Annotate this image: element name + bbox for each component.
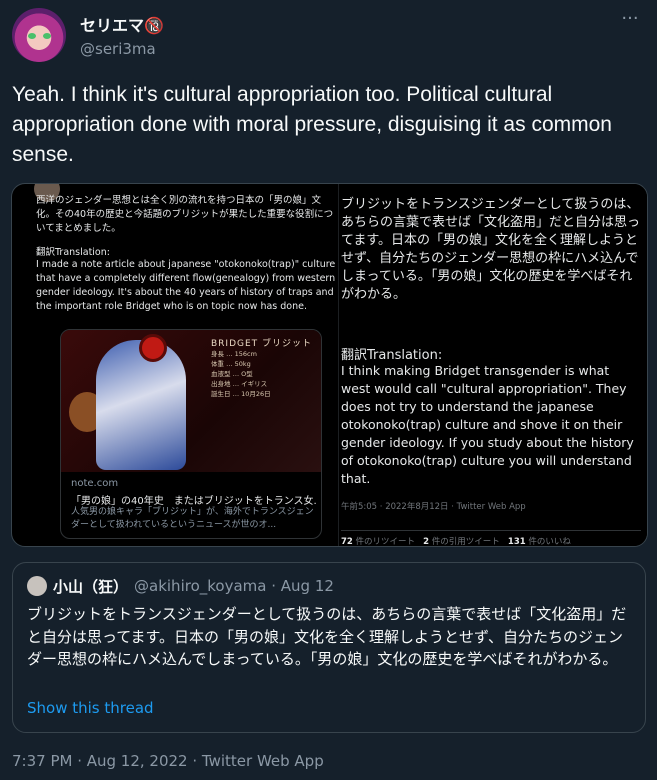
character-figure: [96, 340, 186, 470]
link-card: BRIDGET ブリジット 身長 … 156cm 体重 … 50kg 血液型 ……: [60, 329, 322, 539]
embedded-right-translation-heading: 翻訳Translation:: [341, 348, 443, 363]
show-thread-link[interactable]: Show this thread: [27, 699, 154, 717]
card-site: note.com: [71, 478, 119, 489]
like-label: 件のいいね: [528, 537, 571, 547]
tweet-text: Yeah. I think it's cultural appropriatio…: [12, 83, 612, 166]
embedded-left-translation-heading: 翻訳Translation:: [36, 247, 110, 258]
stat-line: 誕生日 … 10月26日: [211, 390, 271, 398]
retweet-count: 72: [341, 537, 353, 547]
embedded-left-translation-text: I made a note article about japanese "ot…: [36, 259, 336, 312]
avatar-eye: [43, 33, 51, 39]
author-name-block: セリエマ🔞 @seri3ma: [80, 12, 164, 58]
character-stats-panel: BRIDGET ブリジット 身長 … 156cm 体重 … 50kg 血液型 ……: [211, 336, 317, 466]
stat-line: 身長 … 156cm: [211, 350, 257, 358]
quoted-tweet[interactable]: 小山（狂） @akihiro_koyama · Aug 12 ブリジットをトラン…: [12, 562, 646, 733]
embedded-left-jp-text: 西洋のジェンダー思想とは全く別の流れを持つ日本の「男の娘」文化。その40年の歴史…: [36, 195, 334, 234]
like-count: 131: [507, 537, 526, 547]
embedded-right-stats: 72 件のリツイート 2 件の引用ツイート 131 件のいいね: [341, 530, 641, 547]
embedded-left-post: 西洋のジェンダー思想とは全く別の流れを持つ日本の「男の娘」文化。その40年の歴史…: [34, 184, 336, 546]
more-options-icon[interactable]: ···: [619, 10, 641, 28]
quoted-tweet-header: 小山（狂） @akihiro_koyama · Aug 12: [27, 575, 334, 597]
card-title: 「男の娘」の40年史 またはブリジットをトランス女...: [71, 496, 317, 507]
author-avatar[interactable]: [12, 8, 66, 62]
embedded-right-jp-text: ブリジットをトランスジェンダーとして扱うのは、あちらの言葉で表せば「文化盗用」だ…: [341, 197, 641, 302]
card-description: 人気男の娘キャラ「ブリジット」が、海外でトランスジェンダーとして扱われているとい…: [71, 507, 314, 530]
card-image: BRIDGET ブリジット 身長 … 156cm 体重 … 50kg 血液型 ……: [61, 330, 321, 472]
embedded-screenshot-image[interactable]: 西洋のジェンダー思想とは全く別の流れを持つ日本の「男の娘」文化。その40年の歴史…: [11, 183, 648, 547]
embedded-right-meta: 午前5:05 · 2022年8月12日 · Twitter Web App: [341, 502, 526, 512]
author-handle[interactable]: @seri3ma: [80, 40, 164, 58]
quoted-author-avatar[interactable]: [27, 576, 47, 596]
quoted-author-handle[interactable]: @akihiro_koyama · Aug 12: [134, 577, 334, 595]
quote-label: 件の引用ツイート: [431, 537, 500, 547]
quote-count: 2: [423, 537, 430, 547]
author-display-name[interactable]: セリエマ🔞: [80, 12, 164, 36]
yoyo-shape: [139, 334, 167, 362]
stat-line: 体重 … 50kg: [211, 360, 251, 368]
stats-panel-title: BRIDGET ブリジット: [211, 339, 313, 349]
retweet-label: 件のリツイート: [355, 537, 416, 547]
embedded-right-post: ブリジットをトランスジェンダーとして扱うのは、あちらの言葉で表せば「文化盗用」だ…: [338, 184, 647, 547]
avatar-eye: [28, 33, 36, 39]
tweet-header: セリエマ🔞 @seri3ma ···: [12, 8, 645, 64]
embedded-right-translation-text: I think making Bridget transgender is wh…: [341, 363, 634, 486]
quoted-tweet-text: ブリジットをトランスジェンダーとして扱うのは、あちらの言葉で表せば「文化盗用」だ…: [27, 605, 627, 668]
stat-line: 血液型 … O型: [211, 370, 253, 378]
tweet-timestamp[interactable]: 7:37 PM · Aug 12, 2022 · Twitter Web App: [12, 752, 324, 770]
stat-line: 出身地 … イギリス: [211, 380, 268, 388]
quoted-author-display-name[interactable]: 小山（狂）: [53, 576, 128, 597]
